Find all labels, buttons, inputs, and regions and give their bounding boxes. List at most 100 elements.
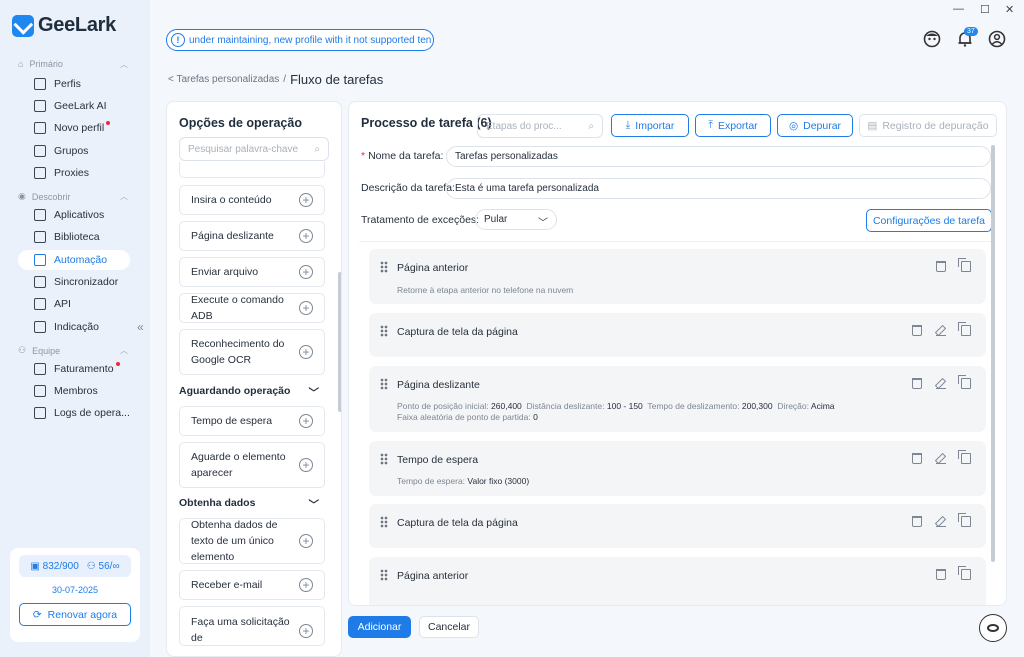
copy-icon[interactable] (958, 513, 971, 527)
sidebar-item-biblioteca[interactable]: Biblioteca (18, 227, 130, 247)
sidebar-item-aplicativos[interactable]: Aplicativos (18, 205, 130, 225)
add-icon[interactable]: + (299, 414, 313, 428)
main-scrollbar[interactable] (991, 145, 995, 562)
sidebar-item-faturamento[interactable]: Faturamento (18, 359, 130, 379)
maximize-icon[interactable]: ☐ (980, 3, 990, 16)
edit-icon[interactable] (936, 325, 946, 336)
sidebar-item-sincronizador[interactable]: Sincronizador (18, 272, 130, 292)
app-window: GeeLark ⌂ Primário ︿ Perfis GeeLark AI Nov… (0, 0, 1024, 657)
trash-icon[interactable] (912, 325, 922, 336)
section-primario[interactable]: ⌂ Primário ︿ (18, 59, 128, 69)
sidebar-item-perfis[interactable]: Perfis (18, 74, 130, 94)
add-icon[interactable]: + (299, 193, 313, 207)
ops-scrollbar[interactable] (338, 272, 341, 412)
op-item[interactable]: Aguarde o elemento aparecer + (179, 442, 325, 488)
sidebar-item-grupos[interactable]: Grupos (18, 141, 130, 161)
copy-icon[interactable] (958, 375, 971, 389)
step-card[interactable]: Captura de tela da página (369, 504, 986, 548)
drag-handle-icon[interactable] (380, 261, 388, 273)
section-descobrir[interactable]: ◉ Descobrir ︿ (18, 191, 128, 202)
add-icon[interactable]: + (299, 578, 313, 592)
add-icon[interactable]: + (299, 265, 313, 279)
op-item-cut[interactable] (179, 162, 325, 178)
op-item[interactable]: Insira o conteúdo + (179, 185, 325, 215)
ops-search-input[interactable]: Pesquisar palavra-chave ⌕ (179, 137, 329, 161)
sidebar-item-logs[interactable]: Logs de opera... (18, 403, 130, 423)
group-obtenha[interactable]: Obtenha dados ﹀ (179, 497, 319, 512)
sidebar-item-label: Membros (54, 385, 98, 397)
op-item[interactable]: Página deslizante + (179, 221, 325, 251)
drag-handle-icon[interactable] (380, 516, 388, 528)
minimize-icon[interactable]: — (953, 3, 964, 15)
search-icon: ⌕ (314, 144, 320, 155)
op-item[interactable]: Enviar arquivo + (179, 257, 325, 287)
op-item[interactable]: Receber e-mail + (179, 570, 325, 600)
exception-select[interactable]: Pular ﹀ (475, 209, 557, 230)
sidebar-item-membros[interactable]: Membros (18, 381, 130, 401)
trash-icon[interactable] (912, 516, 922, 527)
add-icon[interactable]: + (299, 229, 313, 243)
trash-icon[interactable] (912, 378, 922, 389)
step-search-input[interactable]: Etapas do proc... ⌕ (477, 114, 603, 138)
task-desc-input[interactable]: Esta é uma tarefa personalizada (446, 178, 991, 199)
debug-log-button[interactable]: ▤ Registro de depuração (859, 114, 997, 137)
edit-icon[interactable] (936, 516, 946, 527)
drag-handle-icon[interactable] (380, 378, 388, 390)
edit-icon[interactable] (936, 378, 946, 389)
sidebar-item-geelark-ai[interactable]: GeeLark AI (18, 96, 130, 116)
copy-icon[interactable] (958, 258, 971, 272)
step-card[interactable]: Página deslizante Ponto de posição inici… (369, 366, 986, 432)
step-card[interactable]: Captura de tela da página (369, 313, 986, 357)
sidebar-item-label: Faturamento (54, 363, 114, 375)
add-icon[interactable]: + (299, 534, 313, 548)
copy-icon[interactable] (958, 322, 971, 336)
chevron-down-icon: ﹀ (538, 218, 548, 229)
sidebar-item-proxies[interactable]: Proxies (18, 163, 130, 183)
edit-icon[interactable] (936, 453, 946, 464)
add-icon[interactable]: + (299, 624, 313, 638)
add-icon[interactable]: + (299, 345, 313, 359)
assistant-eye-icon[interactable] (979, 614, 1007, 642)
collapse-sidebar-icon[interactable]: « (137, 320, 144, 334)
op-item[interactable]: Faça uma solicitação de + (179, 606, 325, 646)
add-button[interactable]: Adicionar (348, 616, 411, 638)
op-item[interactable]: Tempo de espera + (179, 406, 325, 436)
task-settings-button[interactable]: Configurações de tarefa (866, 209, 992, 232)
group-aguardando[interactable]: Aguardando operação ﹀ (179, 385, 319, 400)
section-equipe[interactable]: ⚇ Equipe ︿ (18, 345, 128, 356)
section-label: Equipe (32, 345, 61, 356)
import-button[interactable]: ⤓ Importar (611, 114, 689, 137)
drag-handle-icon[interactable] (380, 569, 388, 581)
sidebar-item-label: Indicação (54, 321, 99, 333)
add-icon[interactable]: + (299, 301, 313, 315)
close-icon[interactable]: ✕ (1005, 3, 1014, 16)
support-avatar-icon[interactable] (923, 30, 941, 48)
user-avatar-icon[interactable] (988, 30, 1006, 48)
add-icon[interactable]: + (299, 458, 313, 472)
sidebar-item-indicacao[interactable]: Indicação (18, 317, 130, 337)
trash-icon[interactable] (912, 453, 922, 464)
op-item[interactable]: Reconhecimento do Google OCR + (179, 329, 325, 375)
trash-icon[interactable] (936, 569, 946, 580)
sidebar-item-novo-perfil[interactable]: Novo perfil (18, 118, 130, 138)
drag-handle-icon[interactable] (380, 453, 388, 465)
copy-icon[interactable] (958, 566, 971, 580)
sidebar-item-api[interactable]: API (18, 294, 130, 314)
op-label: Enviar arquivo (191, 266, 259, 278)
task-name-input[interactable]: Tarefas personalizadas (446, 146, 991, 167)
step-card[interactable]: Tempo de espera Tempo de espera: Valor f… (369, 441, 986, 496)
copy-icon[interactable] (958, 450, 971, 464)
renew-button[interactable]: ⟳ Renovar agora (19, 603, 131, 626)
cancel-button[interactable]: Cancelar (419, 616, 479, 638)
step-card[interactable]: Página anterior (369, 557, 986, 605)
op-item[interactable]: Obtenha dados de texto de um único eleme… (179, 518, 325, 564)
drag-handle-icon[interactable] (380, 325, 388, 337)
trash-icon[interactable] (936, 261, 946, 272)
breadcrumb-parent[interactable]: < Tarefas personalizadas (168, 74, 279, 85)
sidebar-item-automacao[interactable]: Automação (18, 250, 130, 270)
step-card[interactable]: Página anterior Retorne à etapa anterior… (369, 249, 986, 304)
export-button[interactable]: ⤒ Exportar (695, 114, 771, 137)
op-item[interactable]: Execute o comando ADB + (179, 293, 325, 323)
billing-icon (34, 363, 46, 375)
debug-button[interactable]: ◎ Depurar (777, 114, 853, 137)
